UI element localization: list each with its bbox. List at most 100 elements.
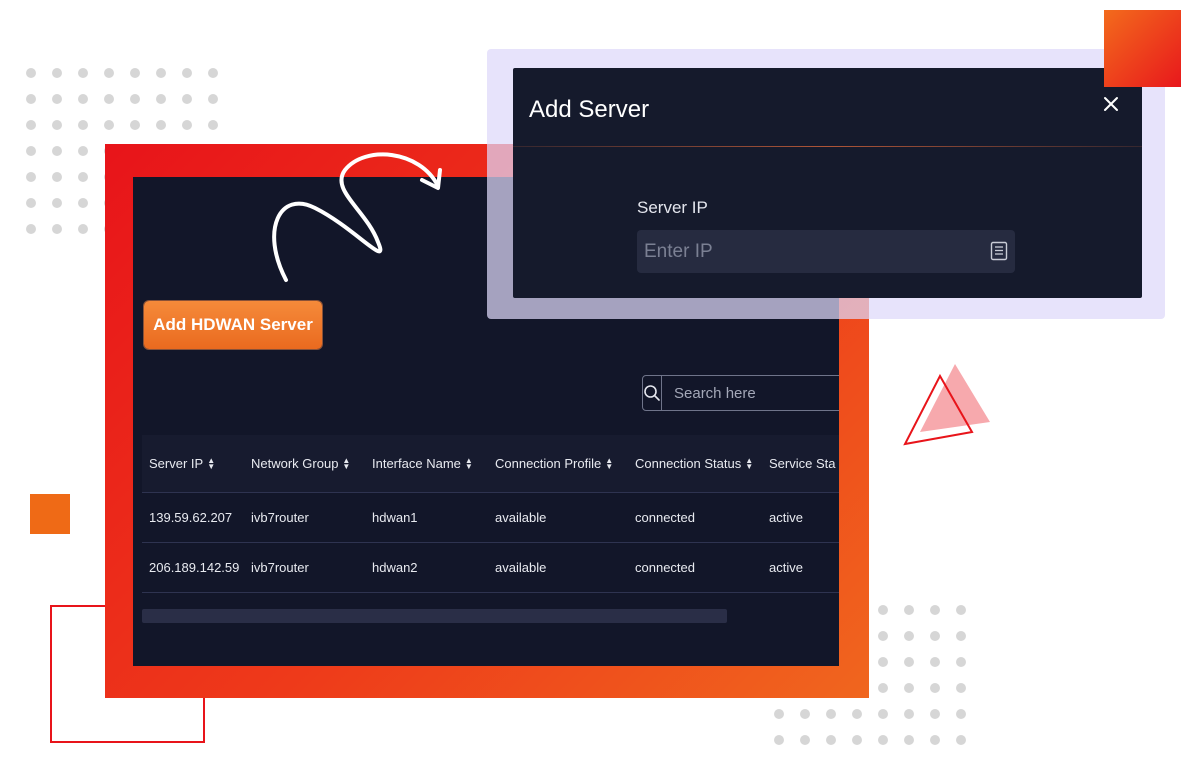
- cell-connection-status: connected: [635, 560, 695, 575]
- sort-icon[interactable]: ▲ ▼: [342, 456, 350, 470]
- server-ip-input[interactable]: [637, 230, 977, 273]
- document-list-icon[interactable]: [990, 241, 1008, 261]
- cell-server-ip: 206.189.142.59: [149, 560, 240, 575]
- decorative-dot: [26, 146, 36, 156]
- close-icon[interactable]: [1103, 96, 1119, 112]
- server-ip-label: Server IP: [637, 198, 708, 217]
- decorative-dot: [78, 224, 88, 234]
- cell-service-status: active: [769, 560, 803, 575]
- modal-divider: [513, 146, 1142, 147]
- decorative-dot: [26, 120, 36, 130]
- decorative-dot: [826, 735, 836, 745]
- decorative-orange-square: [30, 494, 70, 534]
- decorative-dot: [956, 683, 966, 693]
- column-header-service-status[interactable]: Service Sta: [762, 456, 839, 471]
- decorative-dot: [930, 657, 940, 667]
- decorative-dot: [156, 94, 166, 104]
- search-bar: [642, 375, 839, 411]
- decorative-dot: [826, 709, 836, 719]
- decorative-dot: [52, 68, 62, 78]
- decorative-dot: [208, 68, 218, 78]
- sort-icon[interactable]: ▲ ▼: [745, 456, 753, 470]
- decorative-dot: [182, 94, 192, 104]
- decorative-dot: [78, 146, 88, 156]
- decorative-dot: [956, 631, 966, 641]
- decorative-dot: [52, 224, 62, 234]
- decorative-dot: [26, 172, 36, 182]
- decorative-dot: [104, 68, 114, 78]
- table-row[interactable]: 139.59.62.207 ivb7router hdwan1 availabl…: [142, 493, 839, 543]
- decorative-dot: [930, 605, 940, 615]
- sort-icon[interactable]: ▲ ▼: [465, 456, 473, 470]
- decorative-dot: [78, 68, 88, 78]
- column-header-network-group[interactable]: Network Group ▲ ▼: [244, 456, 365, 471]
- search-icon[interactable]: [643, 376, 662, 410]
- decorative-dot: [904, 735, 914, 745]
- decorative-dot: [104, 94, 114, 104]
- cell-interface-name: hdwan2: [372, 560, 418, 575]
- decorative-dot: [78, 120, 88, 130]
- decorative-dot: [878, 735, 888, 745]
- decorative-dot: [878, 709, 888, 719]
- add-server-modal: Add Server Server IP: [513, 68, 1142, 298]
- decorative-dot: [78, 172, 88, 182]
- decorative-dot: [52, 146, 62, 156]
- cell-network-group: ivb7router: [251, 560, 309, 575]
- column-header-connection-profile[interactable]: Connection Profile ▲ ▼: [488, 456, 628, 471]
- decorative-dot: [774, 735, 784, 745]
- decorative-dot: [208, 94, 218, 104]
- table-header: Server IP ▲ ▼ Network Group ▲ ▼ Interface Na…: [142, 435, 839, 493]
- column-header-interface-name[interactable]: Interface Name ▲ ▼: [365, 456, 488, 471]
- decorative-dot: [956, 605, 966, 615]
- decorative-dot: [182, 120, 192, 130]
- cell-service-status: active: [769, 510, 803, 525]
- decorative-dot: [878, 657, 888, 667]
- decorative-dot: [852, 735, 862, 745]
- cell-connection-profile: available: [495, 560, 547, 575]
- table-row[interactable]: 206.189.142.59 ivb7router hdwan2 availab…: [142, 543, 839, 593]
- sort-icon[interactable]: ▲ ▼: [605, 456, 613, 470]
- decorative-dot: [904, 657, 914, 667]
- decorative-dot: [852, 709, 862, 719]
- decorative-dot: [774, 709, 784, 719]
- decorative-dot: [904, 709, 914, 719]
- search-input[interactable]: [662, 376, 839, 410]
- cell-network-group: ivb7router: [251, 510, 309, 525]
- cell-interface-name: hdwan1: [372, 510, 418, 525]
- decorative-dot: [208, 120, 218, 130]
- column-header-connection-status[interactable]: Connection Status ▲ ▼: [628, 456, 762, 471]
- decorative-dot: [956, 709, 966, 719]
- decorative-dot: [26, 198, 36, 208]
- decorative-dot: [956, 735, 966, 745]
- decorative-dot: [130, 68, 140, 78]
- decorative-dot: [26, 224, 36, 234]
- decorative-triangles: [903, 364, 990, 446]
- decorative-dot: [956, 657, 966, 667]
- decorative-dot: [800, 735, 810, 745]
- decorative-dot: [182, 68, 192, 78]
- decorative-dot: [156, 120, 166, 130]
- decorative-dot: [904, 605, 914, 615]
- horizontal-scrollbar[interactable]: [142, 609, 727, 623]
- decorative-dot: [930, 631, 940, 641]
- add-hdwan-server-button[interactable]: Add HDWAN Server: [144, 301, 322, 349]
- decorative-dot: [878, 631, 888, 641]
- servers-table: Server IP ▲ ▼ Network Group ▲ ▼ Interface Na…: [142, 435, 839, 593]
- decorative-dot: [26, 94, 36, 104]
- decorative-dot: [930, 735, 940, 745]
- column-header-server-ip[interactable]: Server IP ▲ ▼: [142, 456, 244, 471]
- modal-title: Add Server: [529, 96, 650, 123]
- cell-server-ip: 139.59.62.207: [149, 510, 233, 525]
- decorative-dot: [52, 172, 62, 182]
- decorative-dot: [52, 120, 62, 130]
- decorative-dot: [78, 94, 88, 104]
- decorative-dot: [930, 683, 940, 693]
- decorative-dot: [878, 683, 888, 693]
- sort-icon[interactable]: ▲ ▼: [207, 456, 215, 470]
- decorative-dot: [78, 198, 88, 208]
- decorative-dot: [26, 68, 36, 78]
- decorative-gradient-square: [1104, 10, 1181, 87]
- curly-arrow-icon: [272, 152, 442, 282]
- decorative-dot: [930, 709, 940, 719]
- decorative-dot: [104, 120, 114, 130]
